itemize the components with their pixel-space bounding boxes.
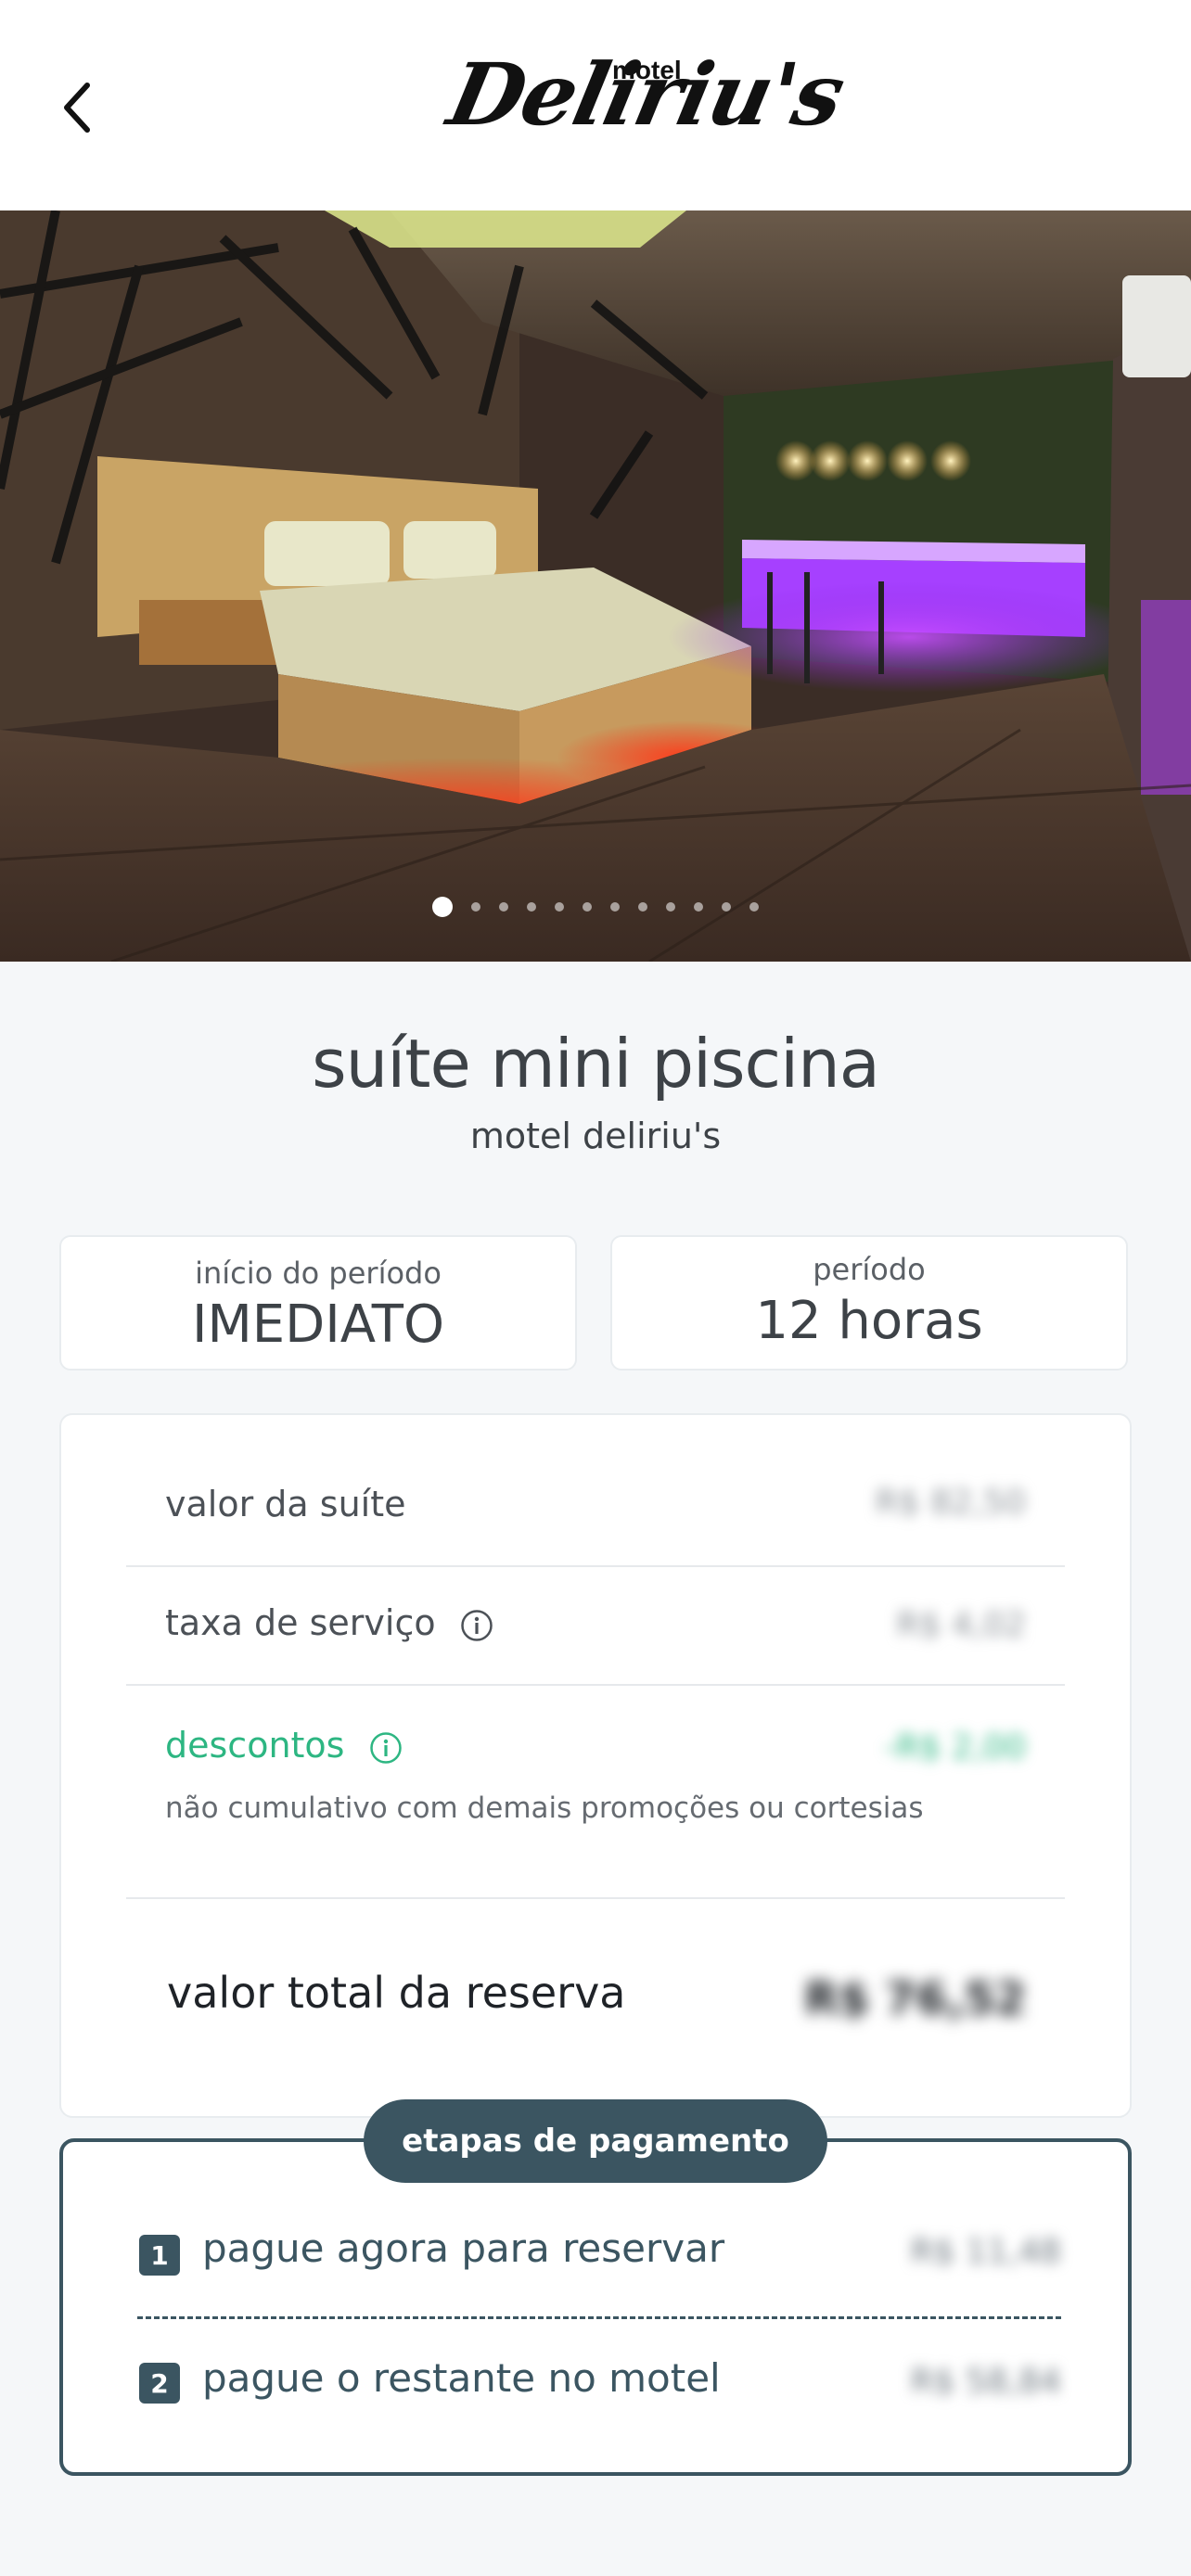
- chevron-left-icon: [64, 83, 90, 133]
- discount-note: não cumulativo com demais promoções ou c…: [165, 1792, 924, 1825]
- carousel-dot[interactable]: [666, 902, 675, 912]
- suite-photo-carousel[interactable]: [0, 210, 1191, 962]
- period-start-value: IMEDIATO: [191, 1294, 445, 1355]
- carousel-dot[interactable]: [555, 902, 564, 912]
- suite-title: suíte mini piscina: [312, 1025, 880, 1103]
- carousel-dot[interactable]: [471, 902, 480, 912]
- carousel-dot[interactable]: [722, 902, 731, 912]
- service-fee-value: R$ 4,02: [896, 1606, 1026, 1644]
- suite-price-label: valor da suíte: [165, 1484, 406, 1524]
- suite-photo: [0, 210, 1191, 962]
- carousel-dot[interactable]: [527, 902, 536, 912]
- suite-price-value: R$ 82,50: [875, 1484, 1026, 1522]
- period-card: período 12 horas: [610, 1235, 1128, 1371]
- divider: [126, 1684, 1065, 1686]
- period-label: período: [813, 1252, 926, 1287]
- service-fee-row: taxa de serviço R$ 4,02: [126, 1602, 1065, 1658]
- discount-row: descontos -R$ 2,00 não cumulativo com de…: [126, 1725, 1065, 1836]
- divider: [126, 1897, 1065, 1899]
- divider: [126, 1565, 1065, 1567]
- total-value: R$ 76,52: [804, 1973, 1026, 2025]
- suite-price-row: valor da suíte R$ 82,50: [126, 1484, 1065, 1539]
- carousel-dot[interactable]: [749, 902, 759, 912]
- period-start-card: início do período IMEDIATO: [59, 1235, 577, 1371]
- service-fee-label: taxa de serviço: [165, 1602, 436, 1643]
- step-1-value: R$ 11,48: [910, 2233, 1061, 2271]
- motel-logo: motel Deliriu's: [441, 45, 852, 159]
- payment-steps-box: [59, 2138, 1132, 2476]
- carousel-dot[interactable]: [583, 902, 592, 912]
- motel-name: motel deliriu's: [469, 1116, 722, 1156]
- carousel-indicators[interactable]: [0, 897, 1191, 917]
- info-icon[interactable]: [460, 1609, 493, 1642]
- discount-label: descontos: [165, 1725, 345, 1766]
- payment-steps-title: etapas de pagamento: [364, 2099, 827, 2183]
- carousel-dot[interactable]: [432, 897, 453, 917]
- total-label: valor total da reserva: [167, 1968, 626, 2018]
- step-1-label: pague agora para reservar: [202, 2225, 725, 2271]
- discount-value: -R$ 2,00: [884, 1728, 1026, 1766]
- step-number-1: 1: [139, 2235, 180, 2276]
- dashed-divider: [137, 2316, 1061, 2319]
- step-2-label: pague o restante no motel: [202, 2355, 721, 2401]
- info-icon[interactable]: [369, 1731, 403, 1765]
- app-header: motel Deliriu's: [0, 0, 1191, 210]
- logo-script-text: Deliriu's: [440, 45, 852, 145]
- period-value: 12 horas: [755, 1291, 983, 1351]
- step-2-value: R$ 58,84: [910, 2363, 1061, 2401]
- back-button[interactable]: [52, 74, 104, 141]
- step-number-2: 2: [139, 2363, 180, 2404]
- carousel-dot[interactable]: [499, 902, 508, 912]
- carousel-dot[interactable]: [610, 902, 620, 912]
- carousel-dot[interactable]: [694, 902, 703, 912]
- period-start-label: início do período: [195, 1256, 442, 1291]
- carousel-dot[interactable]: [638, 902, 647, 912]
- total-row: valor total da reserva R$ 76,52: [126, 1968, 1065, 2033]
